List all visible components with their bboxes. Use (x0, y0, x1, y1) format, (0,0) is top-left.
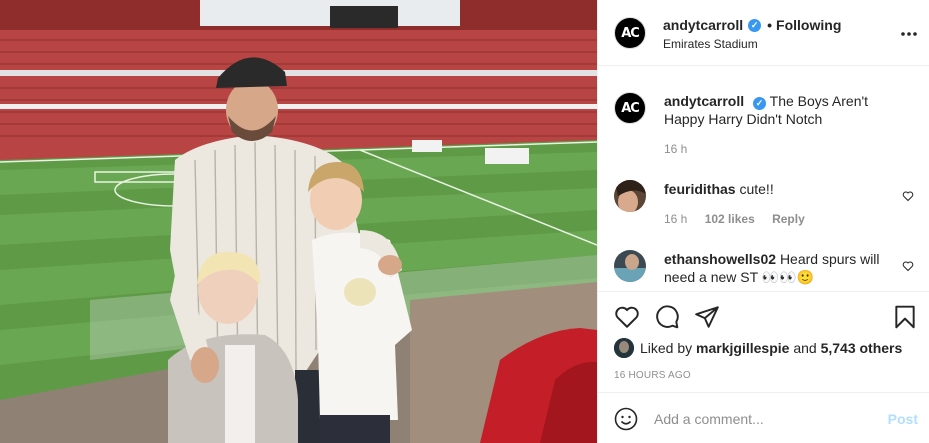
comment-icon[interactable] (654, 304, 680, 330)
liked-and: and (793, 340, 817, 356)
comment-composer: Post (598, 392, 929, 443)
comment-text-block: ethanshowells02 Heard spurs will need a … (664, 250, 904, 286)
comment-time[interactable]: 16 h (664, 212, 687, 226)
follow-separator: • (767, 17, 773, 33)
post-timestamp[interactable]: 16 HOURS AGO (614, 370, 691, 381)
comment-avatar[interactable] (614, 250, 646, 282)
caption-time[interactable]: 16 h (664, 142, 687, 156)
author-username[interactable]: andytcarroll (663, 17, 743, 33)
more-options-icon[interactable] (900, 22, 918, 40)
liked-prefix: Liked by (640, 340, 693, 356)
comment-item: ethanshowells02 Heard spurs will need a … (614, 250, 914, 291)
emoji-icon[interactable] (614, 407, 638, 431)
liked-by-line: Liked by markjgillespie and 5,743 others (614, 338, 902, 358)
share-icon[interactable] (694, 304, 720, 330)
comment-text-block: feuridithas cute!! (664, 180, 904, 198)
caption-username[interactable]: andytcarroll (664, 93, 744, 109)
comment-meta: 16 h 102 likes Reply (664, 212, 819, 226)
comment-item: feuridithas cute!! 16 h 102 likes Reply (614, 180, 914, 230)
author-avatar[interactable]: AC (614, 17, 646, 49)
liked-by-user[interactable]: markjgillespie (696, 340, 789, 356)
verified-badge-icon: ✓ (748, 18, 762, 32)
caption-avatar[interactable]: AC (614, 92, 646, 124)
caption-item: AC andytcarroll ✓ The Boys Aren't Happy … (614, 92, 914, 172)
comment-heart-icon[interactable] (902, 190, 914, 202)
author-line: andytcarroll ✓ • Following (663, 17, 841, 33)
post-actions: Liked by markjgillespie and 5,743 others… (598, 291, 929, 391)
comment-heart-icon[interactable] (902, 260, 914, 272)
verified-badge-icon: ✓ (753, 96, 767, 110)
post-photo[interactable] (0, 0, 597, 443)
comments-section[interactable]: AC andytcarroll ✓ The Boys Aren't Happy … (598, 67, 929, 291)
caption-meta: 16 h (664, 142, 701, 156)
comment-username[interactable]: ethanshowells02 (664, 251, 776, 267)
following-button[interactable]: Following (776, 17, 841, 33)
comment-avatar[interactable] (614, 180, 646, 212)
post-header: AC andytcarroll ✓ • Following Emirates S… (598, 0, 929, 66)
comment-reply-button[interactable]: Reply (772, 212, 805, 226)
post-side-panel: AC andytcarroll ✓ • Following Emirates S… (597, 0, 929, 443)
bookmark-icon[interactable] (892, 304, 918, 330)
comment-username[interactable]: feuridithas (664, 181, 736, 197)
liked-by-avatar[interactable] (614, 338, 634, 358)
stadium-photo (0, 0, 597, 443)
heart-icon[interactable] (614, 304, 640, 330)
post-comment-button[interactable]: Post (888, 411, 918, 427)
likes-count[interactable]: 5,743 others (821, 340, 903, 356)
caption-text-block: andytcarroll ✓ The Boys Aren't Happy Har… (664, 92, 904, 128)
post-location[interactable]: Emirates Stadium (663, 37, 758, 51)
comment-likes[interactable]: 102 likes (705, 212, 755, 226)
comment-text: cute!! (739, 181, 774, 197)
comment-input[interactable] (654, 407, 874, 431)
